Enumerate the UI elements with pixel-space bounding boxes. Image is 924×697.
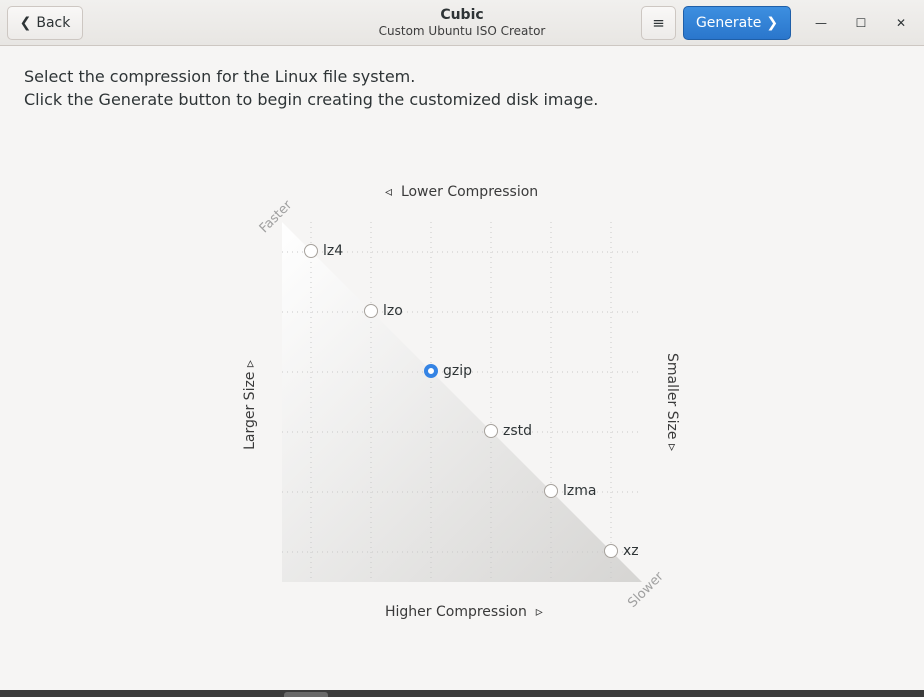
radio-button[interactable]	[424, 364, 438, 378]
radio-button[interactable]	[304, 244, 318, 258]
radio-button[interactable]	[364, 304, 378, 318]
option-label: gzip	[443, 363, 473, 379]
up-arrow-icon: ▹	[242, 360, 258, 368]
down-arrow-icon: ▹	[664, 443, 680, 451]
right-arrow-icon: ▹	[535, 604, 543, 620]
left-arrow-icon: ◃	[385, 184, 393, 200]
radio-button[interactable]	[484, 424, 498, 438]
top-axis-text: Lower Compression	[400, 184, 539, 200]
option-label: xz	[623, 543, 639, 559]
compression-option-lzma[interactable]: lzma	[544, 483, 596, 499]
compression-chart	[282, 222, 642, 582]
right-axis-text: Smaller Size	[664, 353, 680, 440]
option-label: lz4	[323, 243, 344, 259]
left-axis-label: Larger Size ▹	[242, 360, 258, 450]
compression-option-gzip[interactable]: gzip	[424, 363, 472, 379]
option-label: lzma	[563, 483, 597, 499]
compression-option-lz4[interactable]: lz4	[304, 243, 343, 259]
option-label: zstd	[503, 423, 533, 439]
top-axis-label: ◃ Lower Compression	[385, 184, 538, 200]
radio-button[interactable]	[544, 484, 558, 498]
bottom-bar	[0, 690, 924, 697]
radio-button[interactable]	[604, 544, 618, 558]
option-label: lzo	[383, 303, 403, 319]
compression-option-zstd[interactable]: zstd	[484, 423, 532, 439]
bottom-axis-text: Higher Compression	[385, 604, 527, 620]
left-axis-text: Larger Size	[242, 371, 258, 450]
compression-option-xz[interactable]: xz	[604, 543, 639, 559]
right-axis-label: Smaller Size ▹	[664, 353, 680, 451]
compression-option-lzo[interactable]: lzo	[364, 303, 403, 319]
compression-triangle	[282, 222, 642, 582]
scroll-indicator	[284, 692, 328, 697]
bottom-axis-label: Higher Compression ▹	[385, 604, 543, 620]
